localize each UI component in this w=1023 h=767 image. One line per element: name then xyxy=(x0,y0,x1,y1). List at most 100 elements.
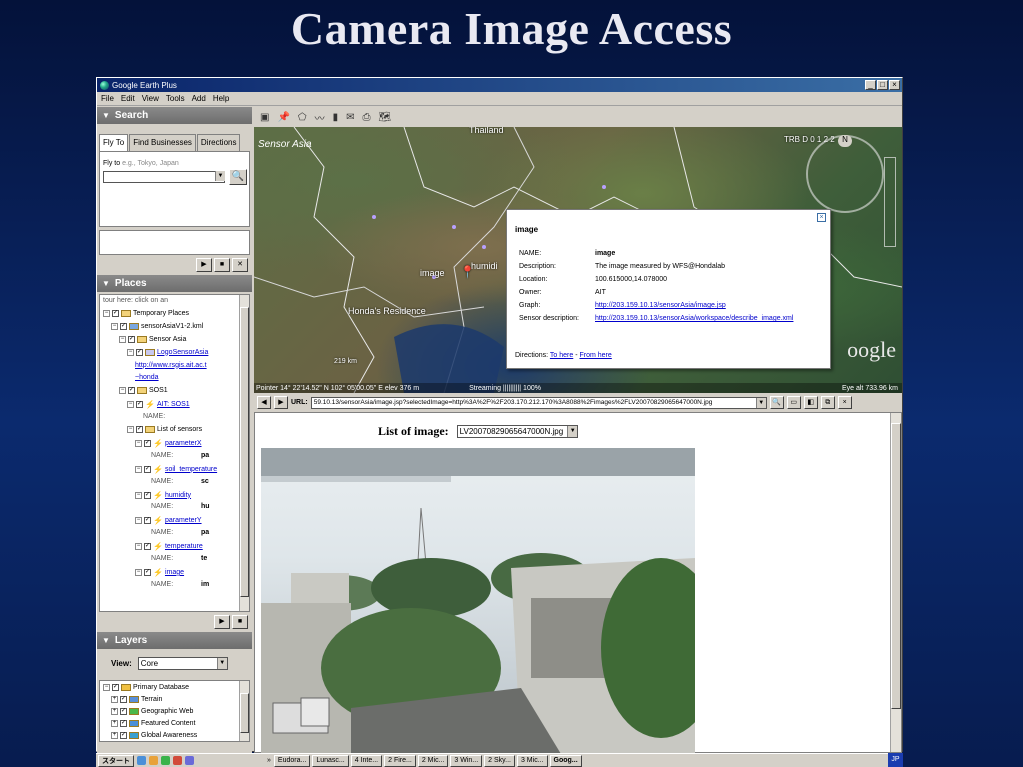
play-tour-button[interactable]: ▶ xyxy=(214,615,230,629)
layer-item[interactable]: + ✓ Geographic Web xyxy=(111,708,193,715)
quicklaunch-ie-icon[interactable] xyxy=(137,756,146,765)
taskbar-button[interactable]: 3 Mic... xyxy=(516,754,548,767)
expand-toggle-icon[interactable]: − xyxy=(135,543,142,551)
title-bar[interactable]: Google Earth Plus _ □ × xyxy=(97,78,902,92)
places-item[interactable]: − ✓ SOS1 xyxy=(119,387,168,395)
tab-find-businesses[interactable]: Find Businesses xyxy=(129,134,196,151)
stop-tour-button[interactable]: ■ xyxy=(232,615,248,629)
scrollbar-thumb[interactable] xyxy=(240,307,249,597)
expand-toggle-icon[interactable]: − xyxy=(103,684,110,691)
map-label-humidity[interactable]: humidi xyxy=(471,261,498,271)
expand-toggle-icon[interactable]: − xyxy=(127,401,134,409)
places-item[interactable]: − ✓ ⚡ parameterY xyxy=(135,516,202,525)
places-item[interactable]: − ✓ Sensor Asia xyxy=(119,335,186,343)
places-item[interactable]: − ✓ ⚡ soil_temperature xyxy=(135,465,217,474)
visibility-checkbox[interactable]: ✓ xyxy=(144,517,151,525)
collapse-triangle-icon[interactable]: ▼ xyxy=(102,279,110,288)
visibility-checkbox[interactable]: ✓ xyxy=(136,348,143,356)
layer-checkbox[interactable]: ✓ xyxy=(120,720,127,727)
expand-toggle-icon[interactable]: − xyxy=(135,465,142,473)
to-here-link[interactable]: To here xyxy=(550,352,573,359)
places-item[interactable]: http://www.rsgis.ait.ac.t xyxy=(135,362,207,369)
browser-scrollbar[interactable] xyxy=(890,413,901,752)
scrollbar-thumb[interactable] xyxy=(891,423,901,709)
minimize-button[interactable]: _ xyxy=(865,80,876,90)
expand-toggle-icon[interactable]: − xyxy=(119,335,126,343)
url-input[interactable]: 59.10.13/sensorAsia/image.jsp?selectedIm… xyxy=(310,396,767,409)
menu-add[interactable]: Add xyxy=(192,94,206,103)
expand-toggle-icon[interactable]: − xyxy=(119,387,126,395)
taskbar-button[interactable]: Eudora... xyxy=(273,754,311,767)
layer-checkbox[interactable]: ✓ xyxy=(120,732,127,739)
ruler-icon[interactable]: ▮ xyxy=(333,112,339,123)
visibility-checkbox[interactable]: ✓ xyxy=(144,568,151,576)
expand-toggle-icon[interactable]: − xyxy=(135,568,142,576)
scrollbar-thumb[interactable] xyxy=(240,693,249,733)
visibility-checkbox[interactable]: ✓ xyxy=(144,439,151,447)
image-select[interactable]: LV20070829065647000N.jpg ▼ xyxy=(456,425,579,438)
popout-button[interactable]: ⧉ xyxy=(820,396,835,409)
earth-map-view[interactable]: Sensor Asia Thailand image 📍 humidi Hond… xyxy=(254,127,902,393)
expand-toggle-icon[interactable]: + xyxy=(111,732,118,739)
path-icon[interactable]: 〰 xyxy=(315,110,325,125)
email-icon[interactable]: ✉ xyxy=(346,112,354,123)
quicklaunch-folder-icon[interactable] xyxy=(149,756,158,765)
places-item[interactable]: − ✓ Temporary Places xyxy=(103,309,189,317)
layer-checkbox[interactable]: ✓ xyxy=(120,696,127,703)
zoom-slider[interactable] xyxy=(884,157,896,247)
balloon-link[interactable]: http://203.159.10.13/sensorAsia/image.js… xyxy=(595,300,798,313)
go-search-button[interactable]: 🔍 xyxy=(769,396,784,409)
layers-view-select[interactable]: Core ▼ xyxy=(137,657,228,670)
taskbar-button[interactable]: 2 Mic... xyxy=(417,754,449,767)
north-indicator[interactable]: N xyxy=(838,135,852,147)
places-item[interactable]: − ✓ LogoSensorAsia xyxy=(127,348,208,356)
expand-toggle-icon[interactable]: − xyxy=(111,322,118,330)
stop-button[interactable]: ■ xyxy=(214,258,230,272)
close-icon[interactable]: × xyxy=(817,213,826,222)
taskbar-button[interactable]: Lunasc... xyxy=(312,754,349,767)
play-button[interactable]: ▶ xyxy=(196,258,212,272)
expand-toggle-icon[interactable]: − xyxy=(135,439,142,447)
polygon-icon[interactable]: ⬠ xyxy=(298,112,307,123)
menu-tools[interactable]: Tools xyxy=(166,94,185,103)
quicklaunch-app-icon[interactable] xyxy=(161,756,170,765)
expand-toggle-icon[interactable]: − xyxy=(103,309,110,317)
start-button[interactable]: スタート xyxy=(98,754,134,767)
places-item[interactable]: ~honda xyxy=(135,374,159,381)
layer-item[interactable]: + ✓ Featured Content xyxy=(111,720,195,727)
visibility-checkbox[interactable]: ✓ xyxy=(144,465,151,473)
visibility-checkbox[interactable]: ✓ xyxy=(144,543,151,551)
fly-to-input[interactable] xyxy=(103,171,225,183)
menu-edit[interactable]: Edit xyxy=(121,94,135,103)
balloon-link[interactable]: http://203.159.10.13/sensorAsia/workspac… xyxy=(595,313,798,326)
search-panel-header[interactable]: ▼ Search xyxy=(97,107,252,124)
sensor-asia-logo[interactable]: Sensor Asia xyxy=(258,139,312,150)
print-icon[interactable]: ⎙ xyxy=(363,112,371,123)
collapse-triangle-icon[interactable]: ▼ xyxy=(102,636,110,645)
visibility-checkbox[interactable]: ✓ xyxy=(128,335,135,343)
map-icon[interactable]: 🗺 xyxy=(379,112,392,123)
tab-directions[interactable]: Directions xyxy=(196,134,241,151)
expand-toggle-icon[interactable]: + xyxy=(111,720,118,727)
back-button[interactable]: ◀ xyxy=(257,396,271,409)
places-item[interactable]: − ✓ ⚡ AIT: SOS1 xyxy=(127,400,190,409)
menu-file[interactable]: File xyxy=(101,94,114,103)
expand-toggle-icon[interactable]: − xyxy=(135,491,142,499)
search-button[interactable]: 🔍 xyxy=(229,169,247,185)
from-here-link[interactable]: From here xyxy=(580,352,612,359)
quicklaunch-more[interactable]: » xyxy=(267,757,271,764)
close-browser-button[interactable]: × xyxy=(837,396,852,409)
expand-toggle-icon[interactable]: − xyxy=(127,348,134,356)
taskbar-button[interactable]: Goog... xyxy=(549,754,582,767)
visibility-checkbox[interactable]: ✓ xyxy=(144,491,151,499)
map-label-image[interactable]: image xyxy=(420,268,445,278)
view-button-1[interactable]: ▭ xyxy=(786,396,801,409)
maximize-button[interactable]: □ xyxy=(877,80,888,90)
sidebar-toggle-icon[interactable]: ▣ xyxy=(260,112,269,123)
taskbar-button[interactable]: 4 Inte... xyxy=(350,754,383,767)
forward-button[interactable]: ▶ xyxy=(274,396,288,409)
layer-checkbox[interactable]: ✓ xyxy=(112,684,119,691)
layers-scrollbar[interactable] xyxy=(239,681,249,741)
places-item[interactable]: − ✓ ⚡ temperature xyxy=(135,542,203,551)
quicklaunch-tool-icon[interactable] xyxy=(185,756,194,765)
